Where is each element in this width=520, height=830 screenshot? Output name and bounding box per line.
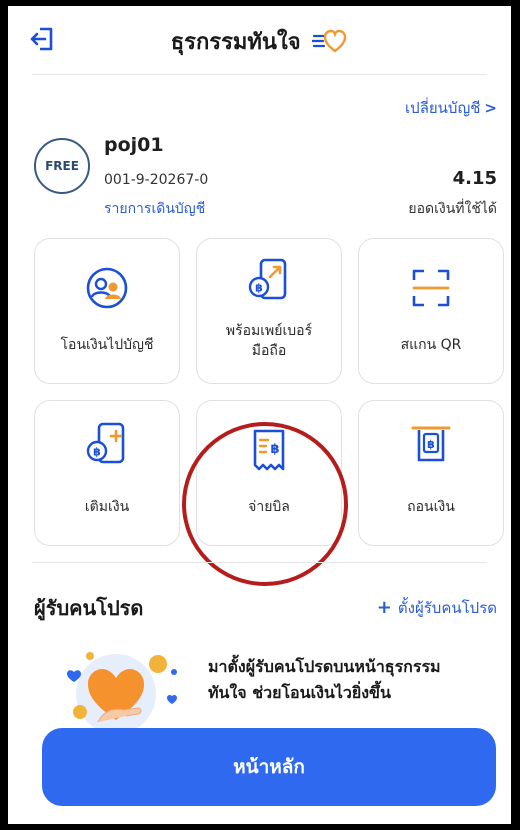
heart-hand-illustration-icon <box>54 636 194 736</box>
balance-label: ยอดเงินที่ใช้ได้ <box>408 201 497 217</box>
people-transfer-icon <box>84 265 130 311</box>
svg-text:฿: ฿ <box>270 442 279 457</box>
topup-phone-icon: ฿ <box>84 421 130 467</box>
tile-label: เติมเงิน <box>84 499 130 515</box>
screen: ธุรกรรมทันใจ เปลี่ยนบัญชี > FREE poj01 00… <box>8 6 511 824</box>
favorites-title: ผู้รับคนโปรด <box>34 596 144 620</box>
tile-label: สแกน QR <box>400 337 462 353</box>
heart-speed-logo-icon <box>311 28 348 54</box>
favorites-promo-text: มาตั้งผู้รับคนโปรดบนหน้าธุรกรรม ทันใจ ช่… <box>208 654 498 706</box>
chevron-right-icon: > <box>484 99 497 117</box>
scan-qr-button[interactable]: สแกน QR <box>358 238 504 384</box>
add-favorite-link[interactable]: + ตั้งผู้รับคนโปรด <box>377 596 497 620</box>
tile-label: โอนเงินไปบัญชี <box>60 337 154 353</box>
home-button[interactable]: หน้าหลัก <box>42 728 496 806</box>
svg-text:฿: ฿ <box>255 282 263 295</box>
tile-label-line2: มือถือ <box>251 343 287 359</box>
free-badge: FREE <box>34 138 90 194</box>
pay-bill-button[interactable]: ฿ จ่ายบิล <box>196 400 342 546</box>
balance-amount: 4.15 <box>452 168 497 189</box>
tile-label: จ่ายบิล <box>248 499 290 515</box>
topup-button[interactable]: ฿ เติมเงิน <box>34 400 180 546</box>
scan-qr-icon <box>408 265 454 311</box>
promo-line1: มาตั้งผู้รับคนโปรดบนหน้าธุรกรรม <box>208 657 441 676</box>
header: ธุรกรรมทันใจ <box>8 6 511 74</box>
svg-text:฿: ฿ <box>427 438 435 451</box>
switch-account-label: เปลี่ยนบัญชี <box>405 99 481 117</box>
tile-label: พร้อมเพย์เบอร์ มือถือ <box>201 321 337 361</box>
add-favorite-label: ตั้งผู้รับคนโปรด <box>397 599 497 617</box>
account-name: poj01 <box>104 134 164 156</box>
promptpay-phone-icon: ฿ <box>246 257 292 303</box>
plus-icon: + <box>376 597 392 618</box>
section-divider <box>32 562 487 563</box>
svg-text:฿: ฿ <box>93 446 101 459</box>
atm-withdraw-icon: ฿ <box>408 421 454 467</box>
page-title-text: ธุรกรรมทันใจ <box>170 30 301 55</box>
promptpay-mobile-button[interactable]: ฿ พร้อมเพย์เบอร์ มือถือ <box>196 238 342 384</box>
account-number: 001-9-20267-0 <box>104 172 209 188</box>
statement-link[interactable]: รายการเดินบัญชี <box>104 198 205 220</box>
switch-account-link[interactable]: เปลี่ยนบัญชี > <box>405 96 497 120</box>
withdraw-button[interactable]: ฿ ถอนเงิน <box>358 400 504 546</box>
header-divider <box>32 74 487 75</box>
transfer-account-button[interactable]: โอนเงินไปบัญชี <box>34 238 180 384</box>
tile-label: ถอนเงิน <box>407 499 455 515</box>
promo-line2: ทันใจ ช่วยโอนเงินไวยิ่งขึ้น <box>208 683 391 702</box>
bill-payment-icon: ฿ <box>246 427 292 473</box>
page-title: ธุรกรรมทันใจ <box>8 24 511 59</box>
tile-label-line1: พร้อมเพย์เบอร์ <box>225 323 313 339</box>
